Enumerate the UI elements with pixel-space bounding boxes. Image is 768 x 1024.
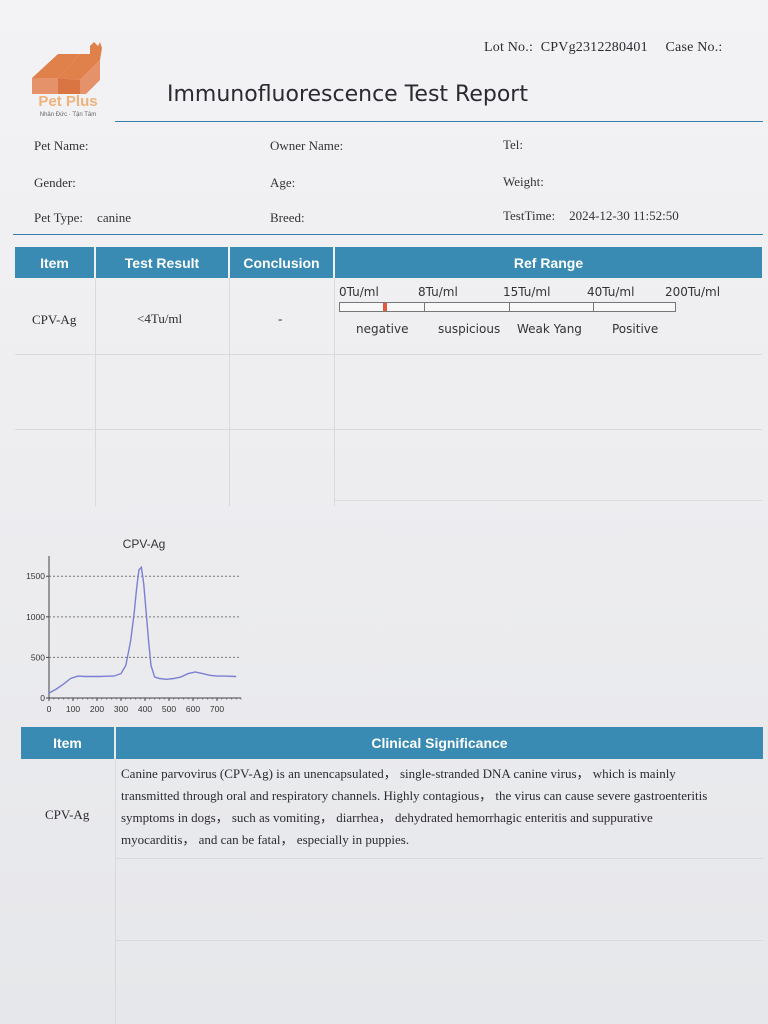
y-tick-label: 0 bbox=[40, 693, 45, 703]
grid-line bbox=[334, 278, 335, 506]
x-tick-label: 700 bbox=[210, 704, 224, 714]
th-conclusion: Conclusion bbox=[230, 247, 333, 278]
pet-type-value: canine bbox=[97, 210, 131, 225]
pet-plus-logo: Pet Plus Nhân Đức · Tận Tâm bbox=[28, 40, 108, 122]
report-title: Immunofluorescence Test Report bbox=[167, 82, 528, 107]
grid-line bbox=[229, 278, 230, 506]
grid-line bbox=[116, 858, 763, 859]
test-time-value: 2024-12-30 11:52:50 bbox=[569, 208, 679, 223]
breed-label: Breed: bbox=[270, 210, 305, 225]
pet-type-field: Pet Type: canine bbox=[34, 210, 131, 226]
title-divider bbox=[115, 121, 763, 122]
gender-label: Gender: bbox=[34, 175, 76, 190]
grid-line bbox=[115, 759, 116, 1024]
x-tick-label: 600 bbox=[186, 704, 200, 714]
result-value: <4Tu/ml bbox=[137, 311, 183, 326]
clinical-item: CPV-Ag bbox=[45, 807, 90, 822]
ref-category: negative bbox=[356, 322, 409, 336]
clinical-text: Canine parvovirus (CPV-Ag) is an unencap… bbox=[121, 763, 761, 851]
th-item: Item bbox=[15, 247, 94, 278]
pet-name-label: Pet Name: bbox=[34, 138, 89, 153]
clinical-line: Canine parvovirus (CPV-Ag) is an unencap… bbox=[121, 766, 676, 781]
ref-threshold: 40Tu/ml bbox=[587, 285, 635, 299]
chart-title: CPV-Ag bbox=[123, 537, 166, 551]
y-tick-label: 1000 bbox=[26, 612, 45, 622]
ref-threshold: 15Tu/ml bbox=[503, 285, 551, 299]
y-tick-label: 500 bbox=[31, 652, 45, 662]
grid-line bbox=[95, 278, 96, 506]
th-test-result: Test Result bbox=[96, 247, 228, 278]
age-label: Age: bbox=[270, 175, 296, 190]
case-label: Case No.: bbox=[665, 40, 723, 55]
test-time-field: TestTime: 2024-12-30 11:52:50 bbox=[503, 208, 679, 224]
weight-label: Weight: bbox=[503, 174, 544, 189]
th-clinical-item: Item bbox=[21, 727, 114, 759]
ref-category: suspicious bbox=[438, 322, 501, 336]
ref-threshold: 8Tu/ml bbox=[418, 285, 458, 299]
report-page: Pet Plus Nhân Đức · Tận Tâm Lot No.: CPV… bbox=[0, 0, 768, 1024]
pet-type-label: Pet Type: bbox=[34, 210, 84, 225]
grid-line bbox=[15, 354, 762, 355]
cpv-ag-chart: CPV-Ag 0 500 1000 1500 0 100 200 300 400 500 600 70… bbox=[20, 530, 260, 730]
x-tick-label: 400 bbox=[138, 704, 152, 714]
ref-category: Weak Yang bbox=[517, 322, 582, 336]
grid-line bbox=[335, 500, 762, 501]
grid-line bbox=[116, 940, 763, 941]
x-tick-label: 0 bbox=[47, 704, 52, 714]
info-divider bbox=[13, 234, 763, 235]
logo-tagline: Nhân Đức · Tận Tâm bbox=[39, 112, 97, 118]
clinical-line: transmitted through oral and respiratory… bbox=[121, 788, 708, 803]
x-tick-label: 500 bbox=[162, 704, 176, 714]
result-conclusion: - bbox=[278, 311, 283, 326]
tel-label: Tel: bbox=[503, 137, 524, 152]
clinical-line: myocarditis， and can be fatal， especiall… bbox=[121, 832, 410, 847]
test-time-label: TestTime: bbox=[503, 208, 556, 223]
logo-text: Pet Plus bbox=[38, 93, 98, 110]
result-item: CPV-Ag bbox=[32, 312, 77, 327]
clinical-line: symptoms in dogs， such as vomiting， diar… bbox=[121, 810, 653, 825]
ref-category: Positive bbox=[612, 322, 659, 336]
x-tick-label: 200 bbox=[90, 704, 104, 714]
lot-label: Lot No.: bbox=[484, 40, 534, 55]
grid-line bbox=[15, 429, 762, 430]
ref-tick bbox=[509, 303, 510, 311]
ref-threshold: 200Tu/ml bbox=[665, 285, 721, 299]
result-marker bbox=[383, 303, 387, 311]
th-ref-range: Ref Range bbox=[335, 247, 762, 278]
lot-value: CPVg2312280401 bbox=[540, 40, 648, 55]
owner-name-label: Owner Name: bbox=[270, 138, 344, 153]
ref-threshold: 0Tu/ml bbox=[339, 285, 379, 299]
x-tick-label: 100 bbox=[66, 704, 80, 714]
lot-case-line: Lot No.: CPVg2312280401 Case No.: bbox=[484, 40, 727, 56]
series-line bbox=[48, 565, 237, 694]
y-tick-label: 1500 bbox=[26, 571, 45, 581]
ref-tick bbox=[593, 303, 594, 311]
th-clinical-significance: Clinical Significance bbox=[116, 727, 763, 759]
ref-range-bar bbox=[339, 302, 676, 312]
x-tick-label: 300 bbox=[114, 704, 128, 714]
chart-canvas: CPV-Ag 0 500 1000 1500 0 100 200 300 400 500 600 70… bbox=[26, 537, 242, 714]
ref-tick bbox=[424, 303, 425, 311]
